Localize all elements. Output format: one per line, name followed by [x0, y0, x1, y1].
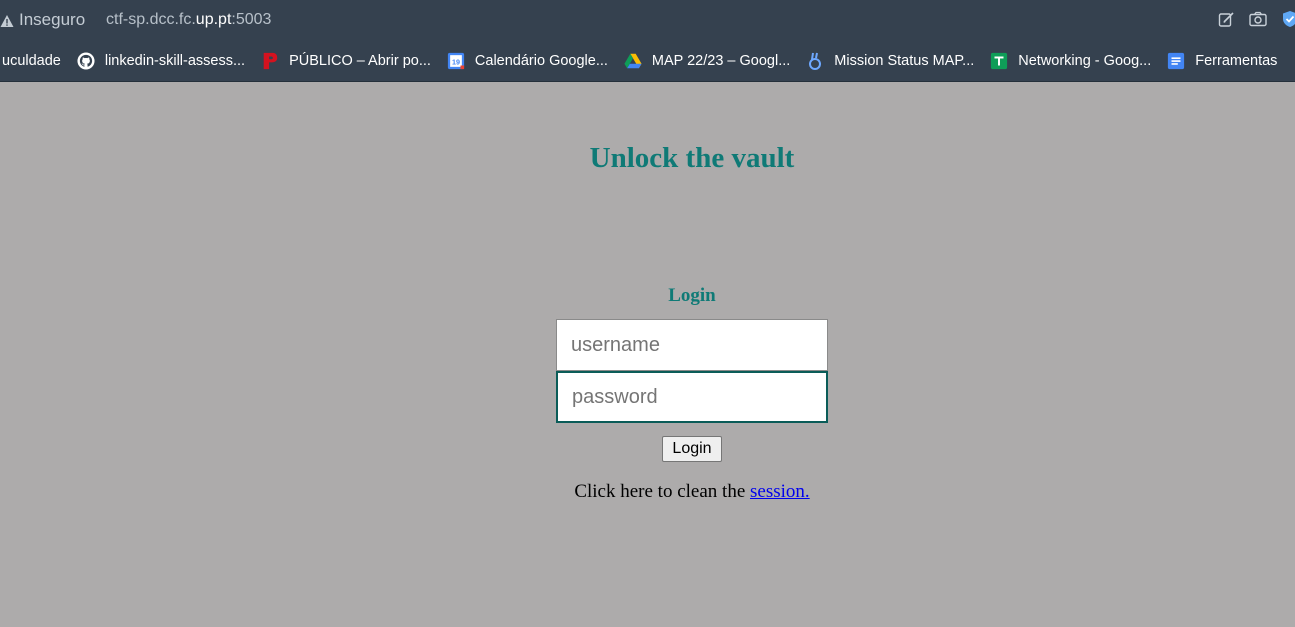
- bookmark-linkedin-skill-assessments[interactable]: linkedin-skill-assess...: [69, 47, 253, 75]
- google-drive-icon: [624, 52, 642, 70]
- bookmark-label: Networking - Goog...: [1018, 52, 1152, 69]
- github-icon: [77, 51, 95, 70]
- security-label: Inseguro: [19, 10, 86, 29]
- url-prefix: ctf-sp.dcc.fc.: [106, 11, 196, 28]
- url-input[interactable]: ctf-sp.dcc.fc.up.pt:5003: [106, 9, 271, 31]
- url-port: :5003: [231, 11, 272, 28]
- shield-check-icon[interactable]: [1281, 10, 1295, 28]
- bookmark-label: Ferramentas: [1195, 52, 1278, 69]
- bookmark-ferramentas[interactable]: Ferramentas: [1159, 47, 1285, 75]
- security-warning[interactable]: Inseguro: [0, 9, 85, 31]
- url-host: up.pt: [195, 11, 232, 28]
- session-link[interactable]: session.: [750, 481, 810, 502]
- browser-address-bar: Inseguro ctf-sp.dcc.fc.up.pt:5003: [0, 0, 1295, 40]
- publico-icon: [261, 52, 279, 70]
- clean-session-label: Click here to clean the: [574, 481, 751, 502]
- bookmark-label: Mission Status MAP...: [834, 52, 975, 69]
- google-calendar-icon: 19: [447, 52, 465, 70]
- google-docs-icon: [1167, 52, 1185, 70]
- bookmark-faculdade[interactable]: uculdade: [0, 47, 69, 75]
- bookmark-networking[interactable]: Networking - Goog...: [982, 47, 1159, 75]
- password-input[interactable]: [556, 371, 828, 423]
- bookmark-publico[interactable]: PÚBLICO – Abrir po...: [253, 47, 439, 75]
- bookmark-google-calendar[interactable]: 19 Calendário Google...: [439, 47, 616, 75]
- bookmark-label: Calendário Google...: [474, 52, 608, 69]
- mission-status-icon: [806, 52, 824, 70]
- bookmark-label: linkedin-skill-assess...: [104, 52, 246, 69]
- google-sheets-icon: [990, 52, 1008, 70]
- login-heading: Login: [668, 285, 716, 306]
- login-button[interactable]: Login: [662, 436, 722, 462]
- bookmark-map-2223[interactable]: MAP 22/23 – Googl...: [616, 47, 798, 75]
- svg-text:19: 19: [452, 57, 460, 66]
- clean-session-text: Click here to clean the session.: [0, 481, 1295, 503]
- camera-icon[interactable]: [1249, 10, 1267, 28]
- bookmark-mission-status[interactable]: Mission Status MAP...: [798, 47, 982, 75]
- bookmarks-bar: uculdade linkedin-skill-assess... PÚBLIC…: [0, 40, 1295, 82]
- username-input[interactable]: [556, 319, 828, 371]
- edit-icon[interactable]: [1217, 10, 1235, 28]
- bookmark-label: PÚBLICO – Abrir po...: [289, 52, 431, 69]
- bookmark-label: uculdade: [2, 52, 61, 69]
- page-title: Unlock the vault: [589, 142, 795, 174]
- bookmark-label: MAP 22/23 – Googl...: [651, 52, 791, 69]
- warning-icon: [0, 13, 14, 27]
- browser-actions: [1203, 8, 1295, 30]
